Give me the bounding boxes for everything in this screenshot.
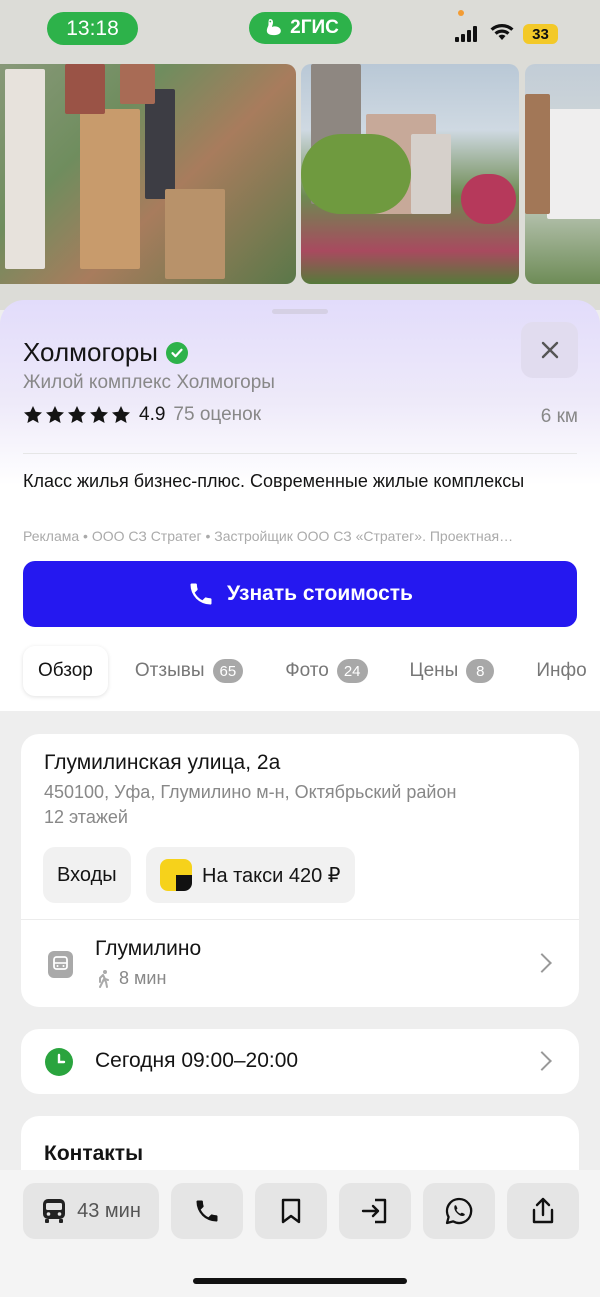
tab-label: Фото <box>285 660 329 681</box>
tab-overview[interactable]: Обзор <box>23 646 108 696</box>
bookmark-button[interactable] <box>255 1183 327 1239</box>
route-button[interactable]: 43 мин <box>23 1183 159 1239</box>
address-street[interactable]: Глумилинская улица, 2а <box>44 751 280 775</box>
photo-1[interactable] <box>0 64 296 284</box>
enter-icon <box>361 1198 387 1224</box>
route-time: 43 мин <box>77 1199 141 1222</box>
hours-text: Сегодня 09:00–20:00 <box>95 1049 299 1072</box>
address-city: 450100, Уфа, Глумилино м-н, Октябрьский … <box>44 782 457 802</box>
rating-value: 4.9 <box>139 404 166 425</box>
app-logo: 2ГИС <box>249 12 352 44</box>
whatsapp-button[interactable] <box>423 1183 495 1239</box>
place-title: Холмогоры <box>23 337 158 367</box>
hours-row[interactable]: Сегодня 09:00–20:00 <box>21 1029 579 1094</box>
reviews-count[interactable]: 75 оценок <box>173 404 261 426</box>
contacts-title: Контакты <box>44 1142 144 1165</box>
share-icon <box>532 1197 554 1224</box>
goose-icon <box>266 19 281 36</box>
tab-reviews[interactable]: Отзывы 65 <box>120 646 258 696</box>
photo-2[interactable] <box>301 64 519 284</box>
close-button[interactable] <box>521 322 578 378</box>
cellular-signal-icon <box>455 25 480 42</box>
photo-3[interactable] <box>525 64 600 284</box>
phone-icon <box>190 583 212 605</box>
sheet-drag-handle[interactable] <box>272 309 328 314</box>
wifi-icon <box>490 24 514 40</box>
share-button[interactable] <box>507 1183 579 1239</box>
taxi-icon <box>160 859 192 891</box>
status-bar: 13:18 2ГИС 33 <box>0 0 600 58</box>
phone-icon <box>196 1200 218 1222</box>
entrances-button[interactable]: Входы <box>43 847 131 903</box>
place-title-row: Холмогоры <box>23 337 188 368</box>
home-indicator <box>193 1278 407 1284</box>
rating-stars <box>23 405 131 425</box>
tab-label: Обзор <box>38 660 93 681</box>
address-floors: 12 этажей <box>44 807 128 827</box>
clock-icon <box>45 1048 73 1076</box>
star-icon <box>68 406 86 423</box>
tab-bar: Обзор Отзывы 65 Фото 24 Цены 8 Инфо <box>23 646 600 696</box>
get-price-button[interactable]: Узнать стоимость <box>23 561 577 627</box>
tab-badge: 65 <box>212 659 244 683</box>
star-icon <box>24 406 42 423</box>
taxi-button[interactable]: На такси 420 ₽ <box>146 847 355 903</box>
tab-label: Отзывы <box>134 660 205 681</box>
tab-prices[interactable]: Цены 8 <box>395 646 510 696</box>
chevron-right-icon[interactable] <box>532 953 552 973</box>
battery-indicator: 33 <box>523 24 558 44</box>
star-icon <box>46 406 64 423</box>
taxi-label: На такси 420 ₽ <box>202 864 341 887</box>
distance: 6 км <box>540 406 578 427</box>
walk-time: 8 мин <box>95 968 166 989</box>
tab-badge: 8 <box>466 659 495 683</box>
privacy-dot <box>458 10 464 16</box>
entrances-label: Входы <box>57 863 117 886</box>
call-button[interactable] <box>171 1183 243 1239</box>
bus-icon <box>43 1199 66 1223</box>
bus-stop-icon <box>48 951 73 978</box>
whatsapp-icon <box>445 1197 473 1225</box>
chevron-right-icon <box>532 1051 552 1071</box>
tab-photos[interactable]: Фото 24 <box>270 646 382 696</box>
walk-time-label: 8 мин <box>119 968 167 988</box>
star-icon <box>112 406 130 423</box>
app-logo-text: 2ГИС <box>290 17 339 38</box>
verified-icon <box>165 341 188 364</box>
entrance-button[interactable] <box>339 1183 411 1239</box>
divider <box>21 919 579 920</box>
tab-label: Инфо <box>536 660 587 681</box>
tab-badge: 24 <box>336 659 368 683</box>
rating-row[interactable]: 4.9 75 оценок <box>23 404 261 426</box>
close-icon <box>541 341 558 359</box>
star-icon <box>90 406 108 423</box>
tab-info[interactable]: Инфо <box>521 646 600 696</box>
place-subtitle: Жилой комплекс Холмогоры <box>23 372 275 393</box>
bottom-action-bar: 43 мин <box>0 1170 600 1297</box>
tab-label: Цены <box>409 660 459 681</box>
ad-text[interactable]: Класс жилья бизнес-плюс. Современные жил… <box>23 469 563 494</box>
photo-header: 13:18 2ГИС 33 <box>0 0 600 310</box>
walking-icon <box>99 969 109 988</box>
ad-disclaimer[interactable]: Реклама • ООО СЗ Стратег • Застройщик ОО… <box>23 528 583 544</box>
address-block: Глумилинская улица, 2а 450100, Уфа, Глум… <box>21 734 579 1007</box>
transit-stop-name[interactable]: Глумилино <box>95 937 201 961</box>
get-price-label: Узнать стоимость <box>227 582 413 605</box>
status-time: 13:18 <box>47 12 138 45</box>
photo-carousel[interactable] <box>0 64 600 284</box>
bookmark-icon <box>281 1198 301 1224</box>
divider <box>23 453 577 454</box>
